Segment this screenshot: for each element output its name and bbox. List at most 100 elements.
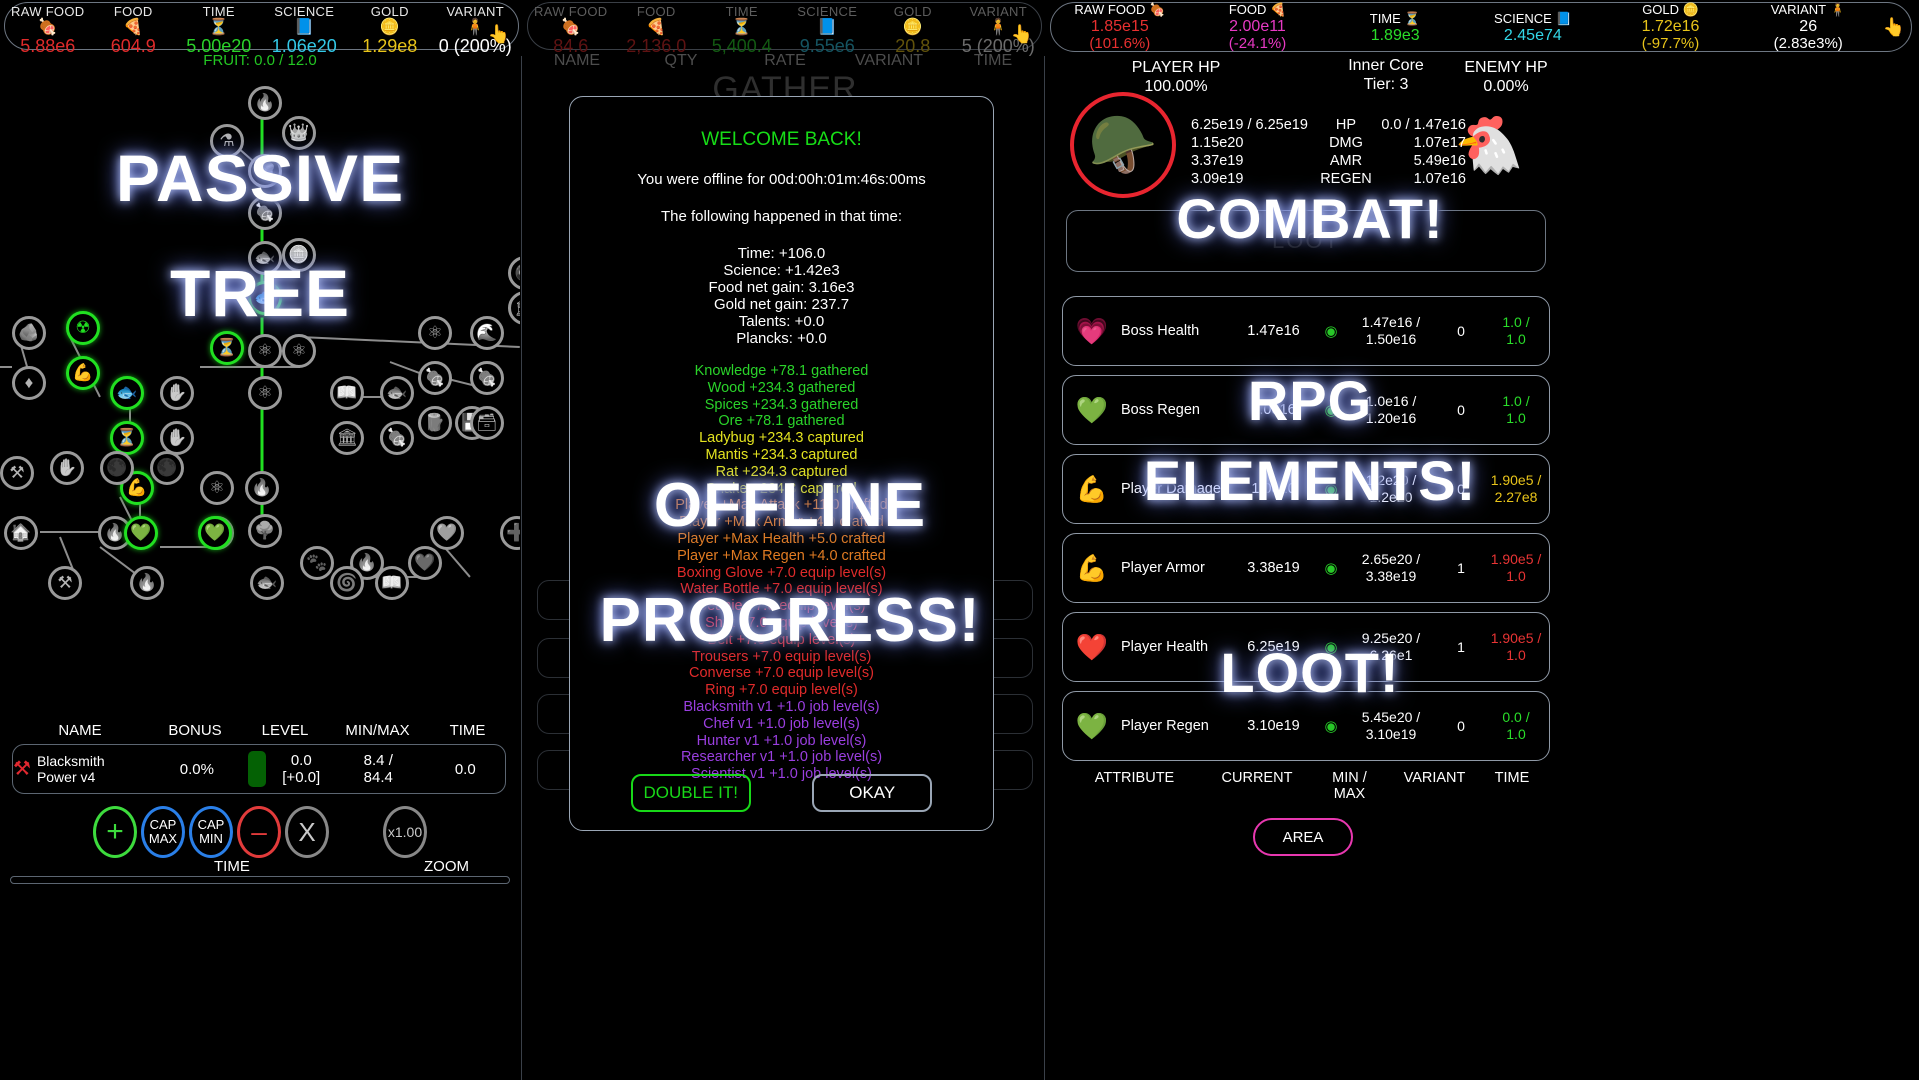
tree-node[interactable]: 🌑 (150, 451, 184, 485)
tree-node[interactable]: 🔥 (248, 86, 282, 120)
eye-icon[interactable]: ◉ (1316, 559, 1346, 577)
tree-node[interactable]: ☢ (66, 311, 100, 345)
zoom-button[interactable]: x1.00 (383, 806, 427, 858)
tree-node[interactable]: 🍖 (418, 361, 452, 395)
tree-node[interactable]: ⏳ (210, 331, 244, 365)
resource-label: FOOD (636, 4, 676, 19)
area-button[interactable]: AREA (1253, 818, 1353, 856)
tree-node[interactable]: ⚒ (48, 566, 82, 600)
table-row[interactable]: ❤️ Player Health 6.25e19 ◉ 9.25e20 /6.26e1 1 1… (1062, 612, 1550, 682)
summary-item: Food net gain: 3.16e3 (708, 279, 855, 296)
cap-max-button[interactable]: CAP MAX (141, 806, 185, 858)
eye-icon[interactable]: ◉ (1316, 401, 1346, 419)
tree-node[interactable]: 🐟 (248, 281, 282, 315)
hand-cursor-icon: 👆 (487, 24, 510, 44)
okay-button[interactable]: OKAY (812, 774, 933, 812)
tree-node[interactable]: ✋ (50, 451, 84, 485)
table-row[interactable]: 💗 Boss Health 1.47e16 ◉ 1.47e16 /1.50e16 0 1.0… (1062, 296, 1550, 366)
tree-node[interactable]: 👑 (282, 116, 316, 150)
tree-node[interactable]: 🏠 (4, 516, 38, 550)
combat-resource-gold[interactable]: GOLD 🪙 1.72e16 (-97.7%) (1602, 2, 1740, 52)
combat-resource-raw-food[interactable]: RAW FOOD 🍖 1.85e15 (101.6%) (1051, 2, 1189, 52)
job-name: ⚒ Blacksmith Power v4 (13, 753, 152, 785)
resource-food[interactable]: FOOD 🍕 2,136.0 (614, 3, 700, 57)
tree-node[interactable]: 🌊 (470, 316, 504, 350)
resource-raw-food[interactable]: RAW FOOD 🍖 84.6 (528, 3, 614, 57)
enemy-stat: 0.0 / 1.47e16 (1381, 117, 1466, 133)
gain-item: Ladybug +234.3 captured (699, 430, 864, 447)
tree-node[interactable]: 🪙 (282, 238, 316, 272)
resource-gold[interactable]: GOLD 🪙 20.8 (870, 3, 956, 57)
cap-min-button[interactable]: CAP MIN (189, 806, 233, 858)
tree-node[interactable]: 🪵 (418, 406, 452, 440)
table-row[interactable]: 💪 Player Damage 1.0e20 ◉ 1.2e20 /1.2e20 0 1.90… (1062, 454, 1550, 524)
tree-node[interactable]: ✋ (160, 376, 194, 410)
table-row[interactable]: 💚 Player Regen 3.10e19 ◉ 5.45e20 /3.10e19 0 0.… (1062, 691, 1550, 761)
resource-time[interactable]: TIME ⏳ 5,400.4 (699, 3, 785, 57)
tree-node[interactable]: 🍞 (248, 154, 282, 188)
tree-node[interactable]: ⚛ (282, 334, 316, 368)
tree-node[interactable]: 🏛 (508, 291, 520, 325)
tree-node[interactable]: 🍖 (470, 361, 504, 395)
resource-time[interactable]: TIME ⏳ 5.00e20 (176, 3, 262, 57)
resource-gold[interactable]: GOLD 🪙 1.29e8 (347, 3, 433, 57)
tree-node[interactable]: ⚗ (210, 124, 244, 158)
attribute-minmax: 1.0e16 /1.20e16 (1365, 393, 1417, 426)
tree-node[interactable]: ⚛ (200, 471, 234, 505)
job-row-blacksmith[interactable]: ⚒ Blacksmith Power v4 0.0% 0.0 [+0.0] 8.… (12, 744, 506, 794)
combat-resource-time[interactable]: TIME ⏳ 1.89e3 (1326, 11, 1464, 44)
double-it-button[interactable]: DOUBLE IT! (630, 774, 751, 812)
player-avatar[interactable]: 🪖 (1070, 92, 1176, 198)
tree-node[interactable]: 🧿 (508, 256, 520, 290)
tree-node[interactable]: 💪 (66, 356, 100, 390)
clear-button[interactable]: X (285, 806, 329, 858)
tree-node[interactable]: 🪨 (12, 316, 46, 350)
tree-node[interactable]: 📖 (330, 376, 364, 410)
tree-node[interactable]: 🏛 (330, 421, 364, 455)
tree-node[interactable]: ⚒ (0, 456, 34, 490)
tree-node[interactable]: 🗃 (470, 406, 504, 440)
tree-node[interactable]: 🐾 (300, 546, 334, 580)
tree-node[interactable]: 💚 (124, 516, 158, 550)
tree-node[interactable]: ➕ (500, 516, 520, 550)
tree-node[interactable]: 💚 (198, 516, 232, 550)
bottom-scrollbar[interactable] (10, 876, 510, 884)
tree-node[interactable]: 🔥 (245, 471, 279, 505)
tree-node[interactable]: 📖 (375, 566, 409, 600)
tree-node[interactable]: ♦ (12, 366, 46, 400)
passive-tree-canvas[interactable]: 🔥⚗👑🍞🍖🪙🐟🐟⚛⏳⚛⚛🪨☢♦💪🐟⏳✋✋💪⚛🔥🌀⚛🌊🍖🍖📖🐟🏛🍖💾🌳🏠🔥💚💚🐾🔥… (0, 76, 520, 716)
table-row[interactable]: 💚 Boss Regen 1.0e16 ◉ 1.0e16 /1.20e16 0 1.0 /1… (1062, 375, 1550, 445)
eye-icon[interactable]: ◉ (1316, 322, 1346, 340)
tree-node[interactable]: 🔥 (130, 566, 164, 600)
tree-node[interactable]: 🐟 (248, 241, 282, 275)
table-row[interactable]: 💪 Player Armor 3.38e19 ◉ 2.65e20 /3.38e19 1 1.… (1062, 533, 1550, 603)
tree-node[interactable]: 🌀 (330, 566, 364, 600)
resource-label: VARIANT (446, 4, 504, 19)
tree-node[interactable]: ⏳ (110, 421, 144, 455)
eye-icon[interactable]: ◉ (1316, 638, 1346, 656)
tree-node[interactable]: ⚛ (248, 334, 282, 368)
resource-food[interactable]: FOOD 🍕 604.9 (91, 3, 177, 57)
tree-node[interactable]: ⚛ (418, 316, 452, 350)
minus-button[interactable]: – (237, 806, 281, 858)
eye-icon[interactable]: ◉ (1316, 717, 1346, 735)
combat-resource-food[interactable]: FOOD 🍕 2.00e11 (-24.1%) (1189, 2, 1327, 52)
combat-resource-science[interactable]: SCIENCE 📘 2.45e74 (1464, 11, 1602, 44)
tree-node[interactable]: 🐟 (380, 376, 414, 410)
eye-icon[interactable]: ◉ (1316, 480, 1346, 498)
tree-node[interactable]: 🌑 (100, 451, 134, 485)
resource-science[interactable]: SCIENCE 📘 9.55e6 (785, 3, 871, 57)
resource-science[interactable]: SCIENCE 📘 1.06e20 (262, 3, 348, 57)
tree-node[interactable]: 💚 (430, 516, 464, 550)
tree-node[interactable]: 🐟 (110, 376, 144, 410)
tree-node[interactable]: 🌳 (248, 514, 282, 548)
tree-node[interactable]: ✋ (160, 421, 194, 455)
resource-raw-food[interactable]: RAW FOOD 🍖 5.88e6 (5, 3, 91, 57)
tree-node[interactable]: 🍖 (380, 421, 414, 455)
plus-button[interactable]: + (93, 806, 137, 858)
tree-node[interactable]: ⚛ (248, 376, 282, 410)
combat-resource-variant[interactable]: VARIANT 🧍 26 (2.83e3%) (1739, 2, 1877, 52)
tree-node[interactable]: 🍖 (248, 196, 282, 230)
tree-node[interactable]: 💙 (408, 546, 442, 580)
tree-node[interactable]: 🐟 (250, 566, 284, 600)
